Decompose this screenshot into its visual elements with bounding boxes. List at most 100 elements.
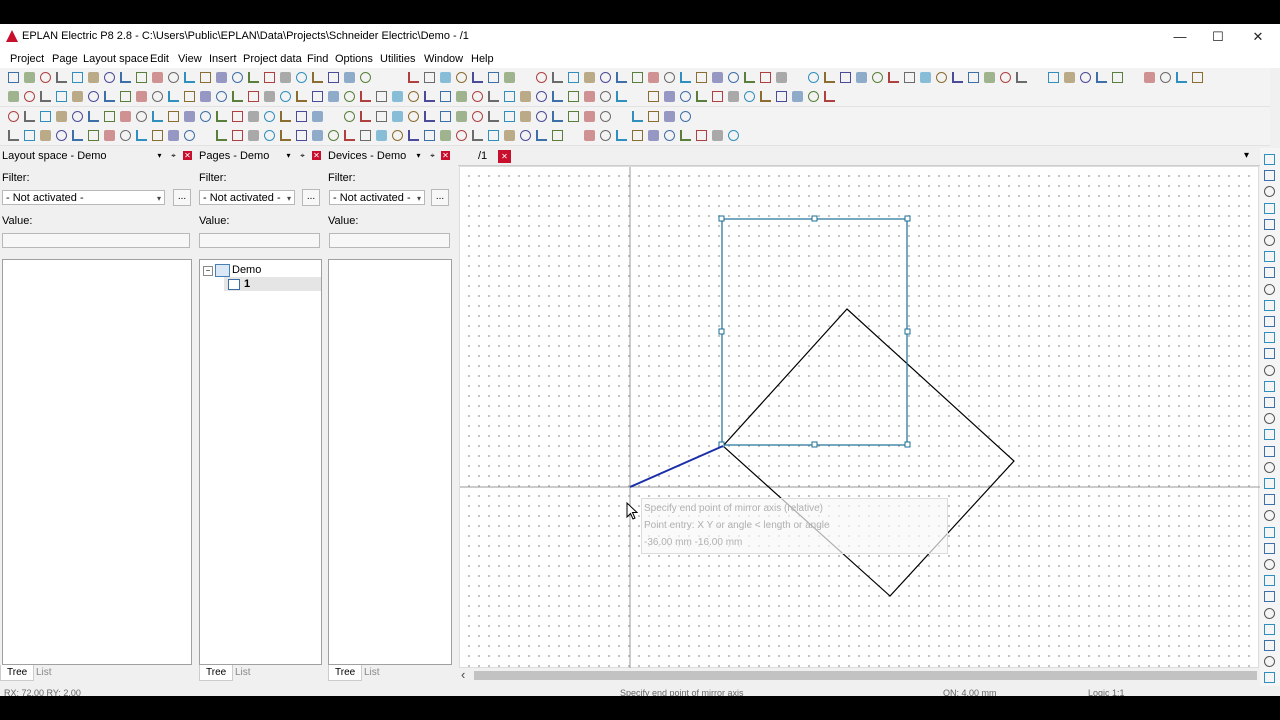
- toolbar-tool-icon[interactable]: [808, 91, 819, 102]
- toolbar-tool-icon[interactable]: [600, 111, 611, 122]
- toolbar-tool-icon[interactable]: [936, 72, 947, 83]
- toolbar-tool-icon[interactable]: [472, 130, 483, 141]
- toolbar-tool-icon[interactable]: [264, 130, 275, 141]
- toolbar-tool-icon[interactable]: [920, 72, 931, 83]
- toolbar-tool-icon[interactable]: [56, 130, 67, 141]
- toolbar-tool-icon[interactable]: [344, 91, 355, 102]
- toolbar-tool-icon[interactable]: [376, 130, 387, 141]
- menu-page[interactable]: Page: [52, 53, 78, 65]
- toolbar-tool-icon[interactable]: [728, 91, 739, 102]
- devices-tree-view[interactable]: [328, 259, 452, 665]
- toolbar-tool-icon[interactable]: [712, 91, 723, 102]
- toolbar-tool-icon[interactable]: [1264, 413, 1275, 424]
- toolbar-tool-icon[interactable]: [136, 111, 147, 122]
- toolbar-tool-icon[interactable]: [456, 72, 467, 83]
- value-field[interactable]: [199, 233, 320, 248]
- toolbar-tool-icon[interactable]: [1264, 381, 1275, 392]
- toolbar-tool-icon[interactable]: [776, 72, 787, 83]
- toolbar-tool-icon[interactable]: [280, 91, 291, 102]
- menu-window[interactable]: Window: [424, 53, 463, 65]
- collapse-icon[interactable]: −: [203, 266, 213, 276]
- toolbar-tool-icon[interactable]: [312, 130, 323, 141]
- toolbar-tool-icon[interactable]: [136, 91, 147, 102]
- toolbar-tool-icon[interactable]: [1264, 575, 1275, 586]
- toolbar-tool-icon[interactable]: [696, 91, 707, 102]
- toolbar-tool-icon[interactable]: [472, 72, 483, 83]
- toolbar-tool-icon[interactable]: [664, 130, 675, 141]
- toolbar-tool-icon[interactable]: [232, 91, 243, 102]
- tab-list-dropdown-icon[interactable]: ▾: [1244, 150, 1249, 161]
- toolbar-tool-icon[interactable]: [1264, 219, 1275, 230]
- layout-tree-view[interactable]: [2, 259, 192, 665]
- toolbar-tool-icon[interactable]: [904, 72, 915, 83]
- toolbar-tool-icon[interactable]: [1176, 72, 1187, 83]
- toolbar-tool-icon[interactable]: [472, 111, 483, 122]
- selection-handle[interactable]: [811, 441, 818, 448]
- toolbar-tool-icon[interactable]: [344, 111, 355, 122]
- toolbar-tool-icon[interactable]: [456, 91, 467, 102]
- toolbar-tool-icon[interactable]: [696, 72, 707, 83]
- toolbar-tool-icon[interactable]: [72, 130, 83, 141]
- toolbar-tool-icon[interactable]: [1264, 543, 1275, 554]
- filter-more-button[interactable]: ...: [431, 189, 449, 206]
- toolbar-tool-icon[interactable]: [120, 72, 131, 83]
- toolbar-tool-icon[interactable]: [168, 72, 179, 83]
- maximize-button[interactable]: ☐: [1198, 24, 1238, 50]
- panel-dropdown-icon[interactable]: ▾: [155, 151, 164, 160]
- toolbar-tool-icon[interactable]: [200, 111, 211, 122]
- toolbar-tool-icon[interactable]: [216, 130, 227, 141]
- filter-select[interactable]: - Not activated - ▾: [199, 190, 295, 205]
- toolbar-tool-icon[interactable]: [616, 72, 627, 83]
- toolbar-tool-icon[interactable]: [1064, 72, 1075, 83]
- toolbar-tool-icon[interactable]: [1264, 446, 1275, 457]
- toolbar-tool-icon[interactable]: [664, 72, 675, 83]
- toolbar-tool-icon[interactable]: [72, 72, 83, 83]
- toolbar-tool-icon[interactable]: [648, 91, 659, 102]
- toolbar-tool-icon[interactable]: [1264, 300, 1275, 311]
- horizontal-scrollbar[interactable]: ‹: [459, 668, 1259, 683]
- toolbar-tool-icon[interactable]: [232, 72, 243, 83]
- toolbar-tool-icon[interactable]: [248, 130, 259, 141]
- toolbar-tool-icon[interactable]: [680, 91, 691, 102]
- toolbar-tool-icon[interactable]: [808, 72, 819, 83]
- toolbar-tool-icon[interactable]: [104, 130, 115, 141]
- toolbar-tool-icon[interactable]: [1264, 186, 1275, 197]
- toolbar-tool-icon[interactable]: [424, 91, 435, 102]
- toolbar-tool-icon[interactable]: [584, 130, 595, 141]
- toolbar-tool-icon[interactable]: [888, 72, 899, 83]
- toolbar-tool-icon[interactable]: [376, 111, 387, 122]
- toolbar-tool-icon[interactable]: [232, 130, 243, 141]
- toolbar-tool-icon[interactable]: [1264, 203, 1275, 214]
- menu-view[interactable]: View: [178, 53, 202, 65]
- toolbar-tool-icon[interactable]: [424, 130, 435, 141]
- toolbar-tool-icon[interactable]: [664, 91, 675, 102]
- toolbar-tool-icon[interactable]: [536, 130, 547, 141]
- toolbar-tool-icon[interactable]: [1264, 510, 1275, 521]
- toolbar-tool-icon[interactable]: [136, 130, 147, 141]
- menu-find[interactable]: Find: [307, 53, 328, 65]
- toolbar-tool-icon[interactable]: [760, 72, 771, 83]
- scroll-left-icon[interactable]: ‹: [461, 668, 465, 682]
- toolbar-tool-icon[interactable]: [392, 111, 403, 122]
- toolbar-tool-icon[interactable]: [392, 91, 403, 102]
- toolbar-tool-icon[interactable]: [584, 111, 595, 122]
- toolbar-tool-icon[interactable]: [312, 72, 323, 83]
- document-tab[interactable]: /1: [478, 150, 487, 162]
- toolbar-tool-icon[interactable]: [408, 72, 419, 83]
- toolbar-tool-icon[interactable]: [152, 111, 163, 122]
- toolbar-tool-icon[interactable]: [104, 111, 115, 122]
- toolbar-tool-icon[interactable]: [600, 130, 611, 141]
- tree-item-selected[interactable]: 1: [224, 277, 321, 291]
- panel-close-button[interactable]: ✕: [441, 151, 450, 160]
- toolbar-tool-icon[interactable]: [776, 91, 787, 102]
- toolbar-tool-icon[interactable]: [296, 130, 307, 141]
- toolbar-tool-icon[interactable]: [1192, 72, 1203, 83]
- toolbar-tool-icon[interactable]: [24, 130, 35, 141]
- toolbar-tool-icon[interactable]: [408, 130, 419, 141]
- toolbar-tool-icon[interactable]: [792, 91, 803, 102]
- selection-handle[interactable]: [904, 215, 911, 222]
- toolbar-tool-icon[interactable]: [1264, 348, 1275, 359]
- toolbar-tool-icon[interactable]: [568, 91, 579, 102]
- toolbar-tool-icon[interactable]: [520, 91, 531, 102]
- toolbar-tool-icon[interactable]: [728, 130, 739, 141]
